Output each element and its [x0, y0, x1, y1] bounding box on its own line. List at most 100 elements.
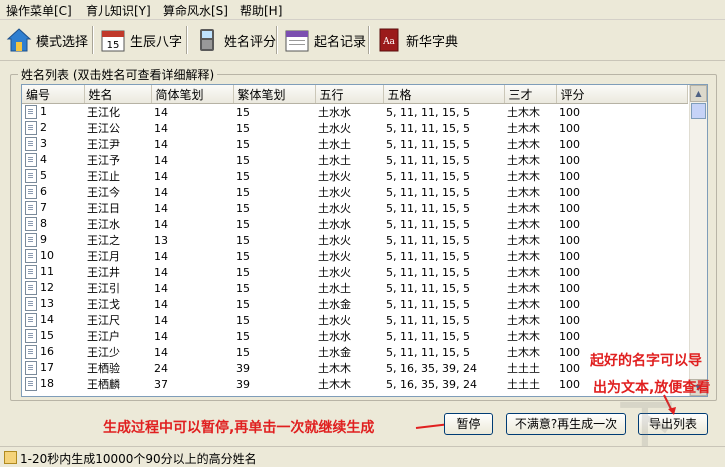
column-header[interactable]: 五格: [383, 85, 505, 104]
table-cell: 37: [154, 377, 168, 391]
table-cell: 土木木: [507, 330, 540, 343]
table-row[interactable]: 12 王江引 14 15 土水土 5, 11, 11, 15, 5 土木木 100: [22, 280, 687, 296]
row-number: 17: [40, 361, 54, 374]
table-row[interactable]: 3 王江尹 14 15 土水土 5, 11, 11, 15, 5 土木木 100: [22, 136, 687, 152]
table-row[interactable]: 13 王江戈 14 15 土水金 5, 11, 11, 15, 5 土木木 100: [22, 296, 687, 312]
table-cell: 土木木: [507, 282, 540, 295]
table-cell: 100: [559, 297, 580, 311]
table-cell: 15: [236, 121, 250, 135]
mode-select-button[interactable]: 模式选择: [6, 24, 88, 56]
table-row[interactable]: 7 王江日 14 15 土水火 5, 11, 11, 15, 5 土木木 100: [22, 200, 687, 216]
table-cell: 14: [154, 137, 168, 151]
toolbar: 模式选择 15 生辰八字 姓名评分 起名记录 Aa 新华字典: [0, 20, 725, 61]
table-cell: 土木木: [507, 346, 540, 359]
table-cell: 土木木: [507, 154, 540, 167]
table-cell: 15: [236, 169, 250, 183]
row-number: 4: [40, 153, 47, 166]
table-cell: 王江日: [87, 202, 120, 215]
column-header[interactable]: 编号: [22, 85, 85, 104]
row-number: 1: [40, 105, 47, 118]
table-cell: 14: [22, 312, 84, 328]
table-cell: 土木木: [507, 170, 540, 183]
regenerate-button[interactable]: 不满意?再生成一次: [506, 413, 626, 435]
table-cell: 王江予: [87, 154, 120, 167]
column-header[interactable]: 三才: [504, 85, 557, 104]
column-header[interactable]: 五行: [315, 85, 384, 104]
table-row[interactable]: 2 王江公 14 15 土水火 5, 11, 11, 15, 5 土木木 100: [22, 120, 687, 136]
column-header[interactable]: 简体笔划: [151, 85, 234, 104]
table-row[interactable]: 8 王江水 14 15 土水水 5, 11, 11, 15, 5 土木木 100: [22, 216, 687, 232]
table-cell: 5, 11, 11, 15, 5: [386, 105, 470, 119]
toolbar-separator: [92, 26, 94, 54]
table-cell: 5, 11, 11, 15, 5: [386, 265, 470, 279]
table-cell: 王江公: [87, 122, 120, 135]
menu-fortune[interactable]: 算命风水[S]: [163, 2, 228, 19]
name-score-button[interactable]: 姓名评分: [194, 24, 276, 56]
naming-record-button[interactable]: 起名记录: [284, 24, 366, 56]
menu-help[interactable]: 帮助[H]: [240, 2, 282, 19]
table-cell: 15: [236, 281, 250, 295]
table-cell: 土水火: [318, 314, 351, 327]
row-number: 6: [40, 185, 47, 198]
document-icon: [25, 169, 37, 183]
table-row[interactable]: 9 王江之 13 15 土水火 5, 11, 11, 15, 5 土木木 100: [22, 232, 687, 248]
table-cell: 100: [559, 233, 580, 247]
table-row[interactable]: 6 王江今 14 15 土水火 5, 11, 11, 15, 5 土木木 100: [22, 184, 687, 200]
dictionary-button[interactable]: Aa 新华字典: [376, 24, 458, 56]
table-cell: 王江之: [87, 234, 120, 247]
svg-text:15: 15: [107, 40, 120, 51]
table-row[interactable]: 4 王江予 14 15 土水土 5, 11, 11, 15, 5 土木木 100: [22, 152, 687, 168]
table-cell: 王江尹: [87, 138, 120, 151]
table-cell: 15: [236, 137, 250, 151]
table-cell: 12: [22, 280, 84, 296]
table-cell: 5, 11, 11, 15, 5: [386, 201, 470, 215]
table-cell: 5, 16, 35, 39, 24: [386, 377, 477, 391]
scroll-thumb[interactable]: [691, 103, 706, 119]
column-header[interactable]: 评分: [556, 85, 688, 104]
table-cell: 王栖验: [87, 362, 120, 375]
menu-parenting[interactable]: 育儿知识[Y]: [86, 2, 151, 19]
row-number: 9: [40, 233, 47, 246]
table-row[interactable]: 1 王江化 14 15 土水水 5, 11, 11, 15, 5 土木木 100: [22, 104, 687, 121]
table-cell: 5: [22, 168, 84, 184]
table-cell: 土木木: [507, 218, 540, 231]
row-number: 16: [40, 345, 54, 358]
document-icon: [25, 185, 37, 199]
menu-operation[interactable]: 操作菜单[C]: [6, 2, 72, 19]
table-cell: 17: [22, 360, 84, 376]
table-cell: 王江化: [87, 106, 120, 119]
table-cell: 土水火: [318, 122, 351, 135]
table-row[interactable]: 14 王江尺 14 15 土水火 5, 11, 11, 15, 5 土木木 100: [22, 312, 687, 328]
table-row[interactable]: 5 王江止 14 15 土水火 5, 11, 11, 15, 5 土木木 100: [22, 168, 687, 184]
table-row[interactable]: 16 王江少 14 15 土水金 5, 11, 11, 15, 5 土木木 100: [22, 344, 687, 360]
table-row[interactable]: 10 王江月 14 15 土水火 5, 11, 11, 15, 5 土木木 100: [22, 248, 687, 264]
pause-annotation: 生成过程中可以暂停,再单击一次就继续生成: [103, 420, 375, 436]
table-cell: 14: [154, 105, 168, 119]
document-icon: [25, 249, 37, 263]
table-row[interactable]: 18 王栖麟 37 39 土木木 5, 16, 35, 39, 24 土土土 100: [22, 376, 687, 392]
table-cell: 王江今: [87, 186, 120, 199]
birth-bazi-button[interactable]: 15 生辰八字: [100, 24, 182, 56]
table-cell: 15: [236, 185, 250, 199]
pause-button[interactable]: 暂停: [444, 413, 493, 435]
table-cell: 土水火: [318, 266, 351, 279]
table-row[interactable]: 17 王栖验 24 39 土木木 5, 16, 35, 39, 24 土土土 100: [22, 360, 687, 376]
column-header[interactable]: 姓名: [84, 85, 152, 104]
table-cell: 15: [236, 233, 250, 247]
table-row[interactable]: 15 王江户 14 15 土水水 5, 11, 11, 15, 5 土木木 100: [22, 328, 687, 344]
scroll-up-icon[interactable]: ▲: [690, 85, 707, 102]
table-cell: 土土土: [507, 378, 540, 391]
table-cell: 土木木: [507, 250, 540, 263]
table-cell: 土水火: [318, 186, 351, 199]
table-cell: 15: [236, 153, 250, 167]
document-icon: [25, 377, 37, 391]
document-icon: [25, 105, 37, 119]
table-cell: 土木木: [507, 314, 540, 327]
toolbar-separator: [186, 26, 188, 54]
column-header[interactable]: 繁体笔划: [233, 85, 316, 104]
table-cell: 15: [236, 297, 250, 311]
table-cell: 14: [154, 217, 168, 231]
menu-bar: 操作菜单[C] 育儿知识[Y] 算命风水[S] 帮助[H]: [0, 0, 725, 20]
table-row[interactable]: 11 王江井 14 15 土水火 5, 11, 11, 15, 5 土木木 100: [22, 264, 687, 280]
table-cell: 14: [154, 121, 168, 135]
